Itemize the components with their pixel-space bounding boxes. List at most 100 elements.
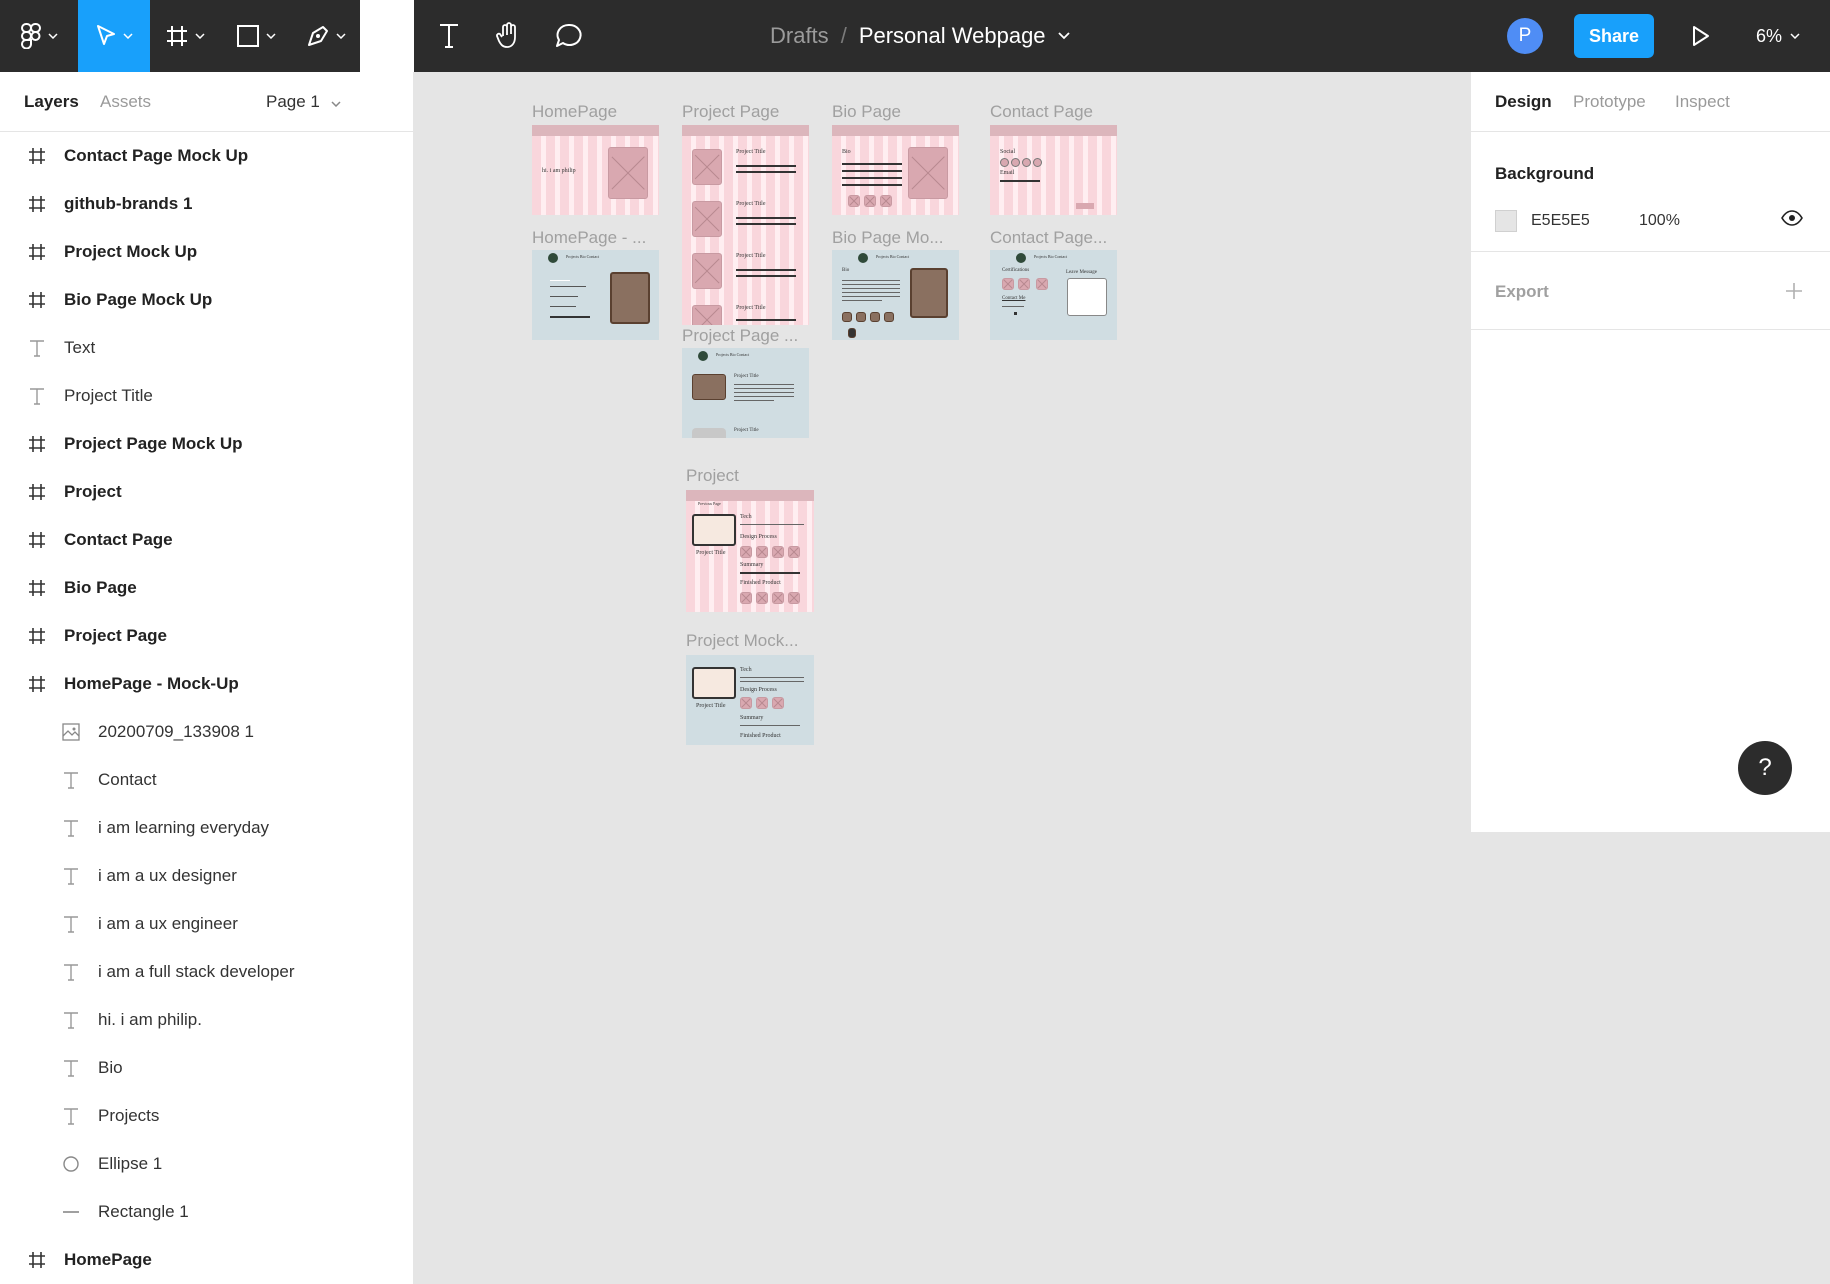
- eye-icon[interactable]: [1781, 210, 1803, 226]
- background-hex-input[interactable]: E5E5E5: [1531, 212, 1590, 230]
- frame-homepage[interactable]: hi. i am philip: [532, 125, 659, 215]
- main-menu-button[interactable]: [0, 0, 78, 72]
- chevron-down-icon: [123, 33, 133, 39]
- thumb-design-process-label: Design Process: [740, 534, 777, 540]
- present-button[interactable]: [1686, 18, 1716, 54]
- image-placeholder: [908, 147, 948, 199]
- tab-layers[interactable]: Layers: [24, 92, 79, 112]
- file-title[interactable]: Personal Webpage: [859, 23, 1046, 49]
- layer-item[interactable]: Contact Page Mock Up: [0, 132, 413, 180]
- frame-label-homepage[interactable]: HomePage: [532, 102, 617, 122]
- tab-prototype[interactable]: Prototype: [1573, 92, 1646, 112]
- layer-item-label: HomePage - Mock-Up: [64, 674, 239, 693]
- layer-item[interactable]: Bio Page: [0, 564, 413, 612]
- frame-label-bio-page[interactable]: Bio Page: [832, 102, 901, 122]
- layer-item[interactable]: Project Page Mock Up: [0, 420, 413, 468]
- layer-item[interactable]: Bio: [0, 1044, 413, 1092]
- frame-label-project-page-mock[interactable]: Project Page ...: [682, 326, 798, 346]
- frame-project[interactable]: Previous Page Project Title Tech Design …: [686, 490, 814, 612]
- text-icon: [60, 1105, 82, 1127]
- avatar[interactable]: P: [1507, 18, 1543, 54]
- layer-item[interactable]: Contact Page: [0, 516, 413, 564]
- layer-item[interactable]: Bio Page Mock Up: [0, 276, 413, 324]
- text-line: [740, 681, 804, 682]
- breadcrumb: Drafts / Personal Webpage: [770, 0, 1070, 72]
- layer-item[interactable]: i am a ux engineer: [0, 900, 413, 948]
- thumb-tech-label: Tech: [740, 514, 752, 520]
- design-panel: Design Prototype Inspect Background E5E5…: [1470, 72, 1830, 832]
- breadcrumb-drafts-link[interactable]: Drafts: [770, 23, 829, 49]
- frame-label-project-mock[interactable]: Project Mock...: [686, 631, 798, 651]
- ellipse-icon: [60, 1153, 82, 1175]
- text-tool-icon: [440, 24, 458, 48]
- frame-tool-icon: [167, 26, 187, 46]
- layer-item[interactable]: HomePage: [0, 1236, 413, 1284]
- frame-project-page-mock[interactable]: Projects Bio Contact Project Title Proje…: [682, 348, 809, 438]
- frame-homepage-mock[interactable]: Projects Bio Contact: [532, 250, 659, 340]
- frame-bio-mock[interactable]: Projects Bio Contact Bio: [832, 250, 959, 340]
- pen-tool-button[interactable]: [292, 0, 360, 72]
- layer-item[interactable]: i am a full stack developer: [0, 948, 413, 996]
- frame-label-contact-page[interactable]: Contact Page: [990, 102, 1093, 122]
- layer-item[interactable]: i am a ux designer: [0, 852, 413, 900]
- layer-item[interactable]: Rectangle 1: [0, 1188, 413, 1236]
- zoom-dropdown[interactable]: 6%: [1756, 0, 1800, 72]
- frame-project-page[interactable]: Project Title Project Title Project Titl…: [682, 125, 809, 325]
- text-line: [550, 306, 576, 307]
- layer-item[interactable]: Text: [0, 324, 413, 372]
- layer-item[interactable]: github-brands 1: [0, 180, 413, 228]
- image-placeholder: [692, 149, 722, 185]
- chevron-down-icon[interactable]: [1057, 32, 1070, 40]
- text-line: [842, 296, 900, 297]
- frame-label-homepage-mock[interactable]: HomePage - ...: [532, 228, 646, 248]
- frame-label-project[interactable]: Project: [686, 466, 739, 486]
- thumb-email-label: Email: [1000, 170, 1015, 176]
- frame-label-contact-mock[interactable]: Contact Page...: [990, 228, 1107, 248]
- layer-item[interactable]: Project Title: [0, 372, 413, 420]
- text-tool-button[interactable]: [424, 0, 474, 72]
- thumb-certifications-label: Certifications: [1002, 268, 1030, 273]
- layer-item[interactable]: hi. i am philip.: [0, 996, 413, 1044]
- layer-item[interactable]: Projects: [0, 1092, 413, 1140]
- layer-item[interactable]: Ellipse 1: [0, 1140, 413, 1188]
- frame-label-project-page[interactable]: Project Page: [682, 102, 779, 122]
- badge-image: [848, 328, 856, 338]
- frame-contact-mock[interactable]: Projects Bio Contact Certifications Cont…: [990, 250, 1117, 340]
- page-select-label: Page 1: [266, 92, 320, 111]
- background-opacity-input[interactable]: 100%: [1639, 212, 1680, 230]
- frame-contact-page[interactable]: Social Email: [990, 125, 1117, 215]
- frame-label-bio-mock[interactable]: Bio Page Mo...: [832, 228, 944, 248]
- move-tool-button[interactable]: [78, 0, 150, 72]
- chevron-down-icon: [266, 33, 276, 39]
- frame-tool-button[interactable]: [150, 0, 220, 72]
- tab-assets[interactable]: Assets: [100, 92, 151, 112]
- image-placeholder: [608, 147, 648, 199]
- layer-item-label: Bio: [98, 1058, 123, 1077]
- share-button[interactable]: Share: [1574, 14, 1654, 58]
- frame-bio-page[interactable]: Bio: [832, 125, 959, 215]
- layer-item[interactable]: Contact: [0, 756, 413, 804]
- text-line: [734, 400, 774, 401]
- nav-bar: [832, 125, 959, 136]
- layer-item[interactable]: HomePage - Mock-Up: [0, 660, 413, 708]
- top-toolbar: Drafts / Personal Webpage P Share 6%: [0, 0, 1830, 72]
- page-select[interactable]: Page 1: [266, 92, 341, 112]
- layer-item[interactable]: i am learning everyday: [0, 804, 413, 852]
- help-button[interactable]: ?: [1738, 741, 1792, 795]
- comment-tool-button[interactable]: [544, 0, 594, 72]
- layer-item[interactable]: Project Mock Up: [0, 228, 413, 276]
- layer-item[interactable]: Project Page: [0, 612, 413, 660]
- hand-tool-button[interactable]: [484, 0, 534, 72]
- background-color-swatch[interactable]: [1495, 210, 1517, 232]
- tab-inspect[interactable]: Inspect: [1675, 92, 1730, 112]
- frame-project-mock[interactable]: Project Title Tech Design Process Summar…: [686, 655, 814, 745]
- shape-tool-button[interactable]: [220, 0, 292, 72]
- layer-item[interactable]: Project: [0, 468, 413, 516]
- canvas[interactable]: HomePage Project Page Bio Page Contact P…: [414, 72, 1470, 1284]
- layer-item[interactable]: 20200709_133908 1: [0, 708, 413, 756]
- text-line: [740, 725, 800, 726]
- play-icon: [1693, 26, 1709, 46]
- text-line: [842, 163, 902, 165]
- tab-design[interactable]: Design: [1495, 92, 1552, 112]
- plus-icon[interactable]: [1785, 282, 1803, 300]
